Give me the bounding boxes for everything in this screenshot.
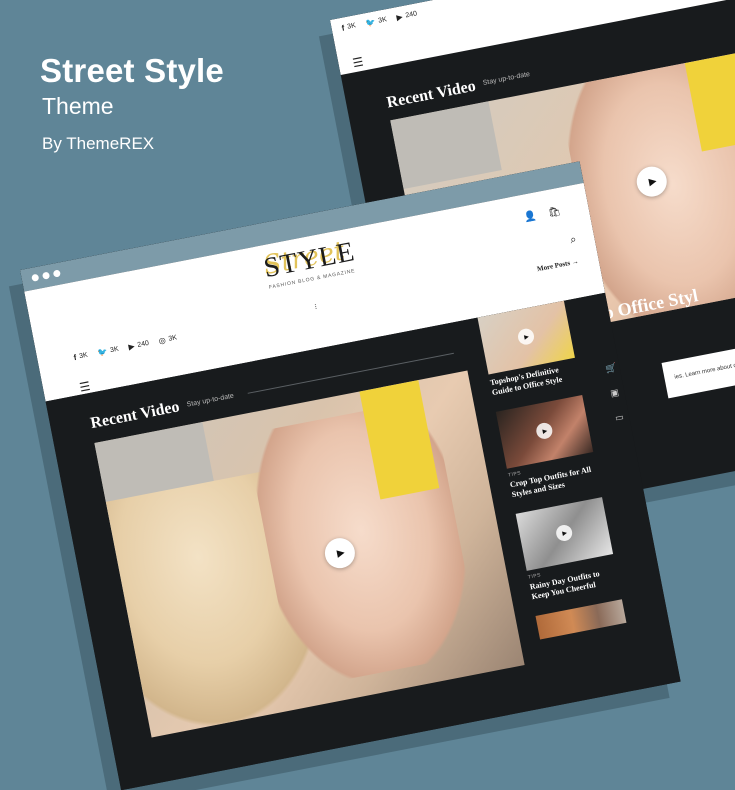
window-dot-icon[interactable] bbox=[41, 271, 51, 280]
cart-icon[interactable]: 🛍 bbox=[547, 206, 562, 219]
facebook-link[interactable]: f 3K bbox=[73, 351, 89, 363]
facebook-icon: f bbox=[72, 352, 78, 363]
back-recent-video-subtitle: Stay up-to-date bbox=[482, 70, 531, 87]
shop-icon[interactable]: 🛒 bbox=[605, 362, 618, 375]
more-posts-link[interactable]: More Posts → bbox=[536, 257, 579, 273]
play-icon: ▶ bbox=[336, 546, 346, 560]
site-logo[interactable]: Street STYLE FASHION BLOG & MAGAZINE bbox=[261, 236, 358, 291]
list-item[interactable]: ▶ TIPS Rainy Day Outfits to Keep You Che… bbox=[515, 491, 651, 602]
cookie-banner: ies. Learn more about our use of bbox=[661, 305, 735, 399]
hero-subtitle: Theme bbox=[42, 93, 114, 119]
play-icon: ▶ bbox=[523, 333, 530, 341]
window-controls bbox=[31, 269, 61, 282]
mini-play-button[interactable]: ▶ bbox=[534, 421, 554, 441]
twitter-icon[interactable]: 🐦 3K bbox=[365, 15, 388, 28]
back-site-header: f 3K 🐦 3K ▶ 240 ☰ bbox=[330, 0, 735, 75]
facebook-count: 3K bbox=[78, 351, 89, 361]
facebook-icon[interactable]: f 3K bbox=[341, 21, 357, 33]
user-icon[interactable]: 👤 bbox=[523, 211, 537, 224]
twitter-icon: 🐦 bbox=[96, 346, 109, 358]
window-dot-icon[interactable] bbox=[52, 269, 61, 278]
gallery-icon[interactable]: ▣ bbox=[609, 387, 622, 400]
play-icon: ▶ bbox=[542, 427, 548, 435]
play-icon: ▶ bbox=[647, 175, 658, 188]
youtube-icon[interactable]: ▶ 240 bbox=[396, 9, 418, 22]
youtube-count: 240 bbox=[136, 339, 150, 349]
window-icon[interactable]: ▭ bbox=[614, 411, 627, 424]
featured-video[interactable]: ▶ bbox=[94, 370, 525, 738]
social-links: f 3K 🐦 3K ▶ 240 ◎ 3K bbox=[73, 333, 178, 362]
mini-play-button[interactable]: ▶ bbox=[554, 523, 574, 543]
hamburger-menu-icon[interactable]: ☰ bbox=[351, 55, 364, 71]
front-mockup-window: Street STYLE FASHION BLOG & MAGAZINE 👤 🛍… bbox=[20, 161, 681, 790]
play-icon: ▶ bbox=[561, 530, 568, 537]
recent-video-subtitle: Stay up-to-date bbox=[186, 392, 235, 409]
window-dot-icon[interactable] bbox=[31, 273, 40, 282]
hero-byline: By ThemeREX bbox=[42, 134, 155, 153]
search-icon[interactable]: ⌕ bbox=[569, 233, 578, 247]
twitter-link[interactable]: 🐦 3K bbox=[97, 345, 120, 358]
instagram-icon: ◎ bbox=[157, 335, 167, 346]
instagram-link[interactable]: ◎ 3K bbox=[158, 333, 178, 345]
list-item[interactable] bbox=[535, 593, 657, 640]
instagram-count: 3K bbox=[167, 334, 178, 343]
hero-title: Street Style bbox=[40, 52, 224, 89]
header-actions: 👤 🛍 bbox=[523, 206, 562, 224]
more-options-icon[interactable]: ⁝ bbox=[314, 302, 318, 311]
backdrop-panel bbox=[390, 101, 502, 190]
mini-play-button[interactable]: ▶ bbox=[516, 327, 536, 347]
twitter-count: 3K bbox=[109, 345, 120, 355]
back-social-links: f 3K 🐦 3K ▶ 240 bbox=[341, 9, 418, 32]
post-thumbnail[interactable] bbox=[535, 599, 627, 640]
youtube-icon: ▶ bbox=[127, 341, 136, 352]
youtube-link[interactable]: ▶ 240 bbox=[128, 339, 150, 352]
list-item[interactable]: ▶ TIPS Crop Top Outfits for All Styles a… bbox=[495, 389, 631, 500]
